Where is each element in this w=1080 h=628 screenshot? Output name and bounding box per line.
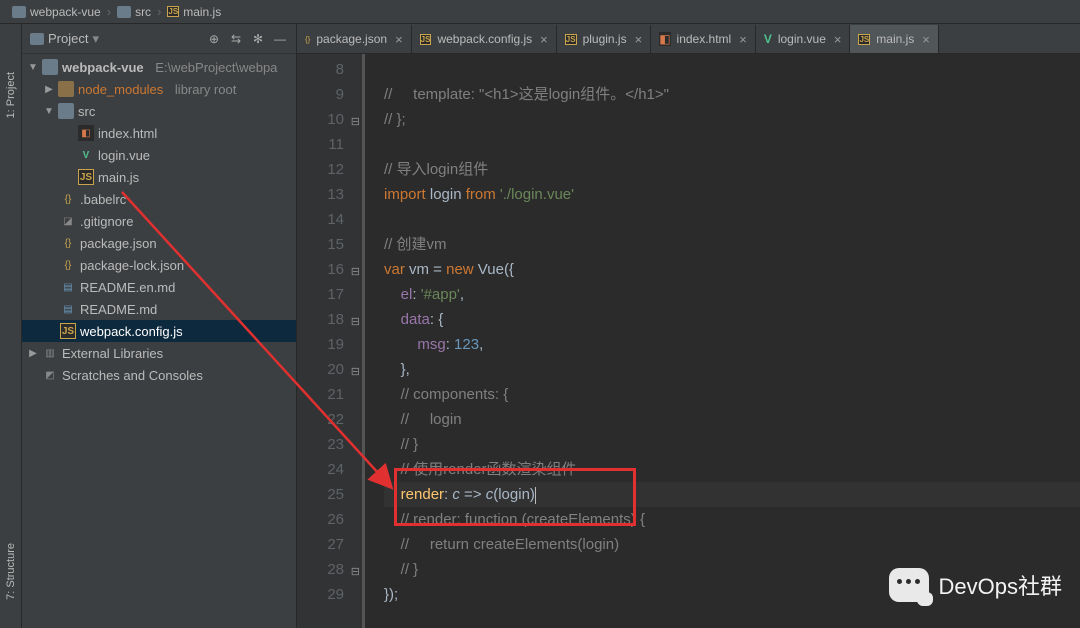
target-icon[interactable]: ⊕ bbox=[206, 31, 222, 47]
project-panel: Project ▾ ⊕ ⇆ ✻ — ▼webpack-vue E:\webPro… bbox=[22, 24, 297, 628]
tree-external-libs[interactable]: ▶▥External Libraries bbox=[22, 342, 296, 364]
project-dropdown[interactable]: Project ▾ bbox=[30, 31, 200, 47]
left-tool-tabs: 1: Project 7: Structure bbox=[0, 24, 22, 628]
project-tree[interactable]: ▼webpack-vue E:\webProject\webpa ▶node_m… bbox=[22, 54, 296, 628]
tree-gitignore[interactable]: ◪.gitignore bbox=[22, 210, 296, 232]
vue-file-icon: V bbox=[764, 32, 772, 46]
gitignore-file-icon: ◪ bbox=[60, 213, 76, 229]
line-gutter[interactable]: 8910111213141516171819202122232425262728… bbox=[297, 54, 362, 628]
close-icon[interactable]: × bbox=[635, 32, 643, 47]
js-file-icon: JS bbox=[420, 34, 432, 45]
js-file-icon: JS bbox=[78, 169, 94, 185]
folder-icon bbox=[117, 6, 131, 18]
breadcrumb[interactable]: webpack-vue › src › JSmain.js bbox=[0, 0, 1080, 24]
editor-tab-bar: {}package.json× JSwebpack.config.js× JSp… bbox=[297, 24, 1080, 54]
side-tab-project[interactable]: 1: Project bbox=[3, 64, 19, 126]
editor-area: {}package.json× JSwebpack.config.js× JSp… bbox=[297, 24, 1080, 628]
tree-login-vue[interactable]: Vlogin.vue bbox=[22, 144, 296, 166]
tree-readme-en[interactable]: ▤README.en.md bbox=[22, 276, 296, 298]
tree-package-json[interactable]: {}package.json bbox=[22, 232, 296, 254]
tab-plugin-js[interactable]: JSplugin.js× bbox=[557, 25, 651, 53]
html-file-icon: ◧ bbox=[659, 32, 670, 46]
tree-main-js[interactable]: JSmain.js bbox=[22, 166, 296, 188]
json-file-icon: {} bbox=[60, 257, 76, 273]
code-content[interactable]: // template: "<h1>这是login组件。</h1>" // };… bbox=[374, 54, 1080, 628]
crumb-dir[interactable]: src bbox=[113, 5, 155, 19]
js-file-icon: JS bbox=[565, 34, 577, 45]
tab-webpack-config[interactable]: JSwebpack.config.js× bbox=[412, 25, 557, 53]
fold-icon[interactable]: ⊟ bbox=[351, 110, 360, 135]
tree-babelrc[interactable]: {}.babelrc bbox=[22, 188, 296, 210]
tab-main-js[interactable]: JSmain.js× bbox=[850, 25, 938, 53]
crumb-root[interactable]: webpack-vue bbox=[8, 5, 105, 19]
code-editor[interactable]: 8910111213141516171819202122232425262728… bbox=[297, 54, 1080, 628]
folder-icon bbox=[58, 81, 74, 97]
js-file-icon: JS bbox=[167, 6, 179, 17]
tab-index-html[interactable]: ◧index.html× bbox=[651, 25, 756, 53]
chevron-right-icon: › bbox=[157, 4, 161, 19]
gear-icon[interactable]: ✻ bbox=[250, 31, 266, 47]
fold-icon[interactable]: ⊟ bbox=[351, 560, 360, 585]
md-file-icon: ▤ bbox=[60, 301, 76, 317]
chevron-down-icon[interactable]: ▼ bbox=[44, 106, 54, 117]
folder-icon bbox=[30, 33, 44, 45]
chevron-down-icon[interactable]: ▼ bbox=[28, 62, 38, 73]
library-icon: ▥ bbox=[42, 345, 58, 361]
chevron-right-icon[interactable]: ▶ bbox=[44, 84, 54, 95]
watermark: DevOps社群 bbox=[889, 568, 1062, 602]
wechat-icon bbox=[889, 568, 929, 602]
text-caret bbox=[535, 487, 536, 504]
close-icon[interactable]: × bbox=[834, 32, 842, 47]
json-file-icon: {} bbox=[305, 35, 310, 44]
html-file-icon: ◧ bbox=[78, 125, 94, 141]
js-file-icon: JS bbox=[60, 323, 76, 339]
folder-icon bbox=[12, 6, 26, 18]
vue-file-icon: V bbox=[78, 147, 94, 163]
folder-icon bbox=[58, 103, 74, 119]
fold-icon[interactable]: ⊟ bbox=[351, 260, 360, 285]
json-file-icon: {} bbox=[60, 235, 76, 251]
fold-bar bbox=[362, 54, 374, 628]
js-file-icon: JS bbox=[858, 34, 870, 45]
tree-webpack-config[interactable]: JSwebpack.config.js bbox=[22, 320, 296, 342]
tree-src[interactable]: ▼src bbox=[22, 100, 296, 122]
tree-readme[interactable]: ▤README.md bbox=[22, 298, 296, 320]
hide-icon[interactable]: — bbox=[272, 31, 288, 47]
close-icon[interactable]: × bbox=[922, 32, 930, 47]
close-icon[interactable]: × bbox=[739, 32, 747, 47]
chevron-right-icon: › bbox=[107, 4, 111, 19]
scratches-icon: ◩ bbox=[42, 367, 58, 383]
folder-icon bbox=[42, 59, 58, 75]
close-icon[interactable]: × bbox=[540, 32, 548, 47]
collapse-icon[interactable]: ⇆ bbox=[228, 31, 244, 47]
close-icon[interactable]: × bbox=[395, 32, 403, 47]
tree-package-lock[interactable]: {}package-lock.json bbox=[22, 254, 296, 276]
side-tab-structure[interactable]: 7: Structure bbox=[3, 535, 19, 608]
project-panel-header: Project ▾ ⊕ ⇆ ✻ — bbox=[22, 24, 296, 54]
chevron-right-icon[interactable]: ▶ bbox=[28, 348, 38, 359]
tree-root[interactable]: ▼webpack-vue E:\webProject\webpa bbox=[22, 56, 296, 78]
tree-scratches[interactable]: ◩Scratches and Consoles bbox=[22, 364, 296, 386]
fold-icon[interactable]: ⊟ bbox=[351, 360, 360, 385]
tree-index-html[interactable]: ◧index.html bbox=[22, 122, 296, 144]
tab-login-vue[interactable]: Vlogin.vue× bbox=[756, 25, 851, 53]
tab-package-json[interactable]: {}package.json× bbox=[297, 25, 412, 53]
fold-icon[interactable]: ⊟ bbox=[351, 310, 360, 335]
crumb-file[interactable]: JSmain.js bbox=[163, 5, 225, 19]
tree-node-modules[interactable]: ▶node_modules library root bbox=[22, 78, 296, 100]
md-file-icon: ▤ bbox=[60, 279, 76, 295]
config-file-icon: {} bbox=[60, 191, 76, 207]
